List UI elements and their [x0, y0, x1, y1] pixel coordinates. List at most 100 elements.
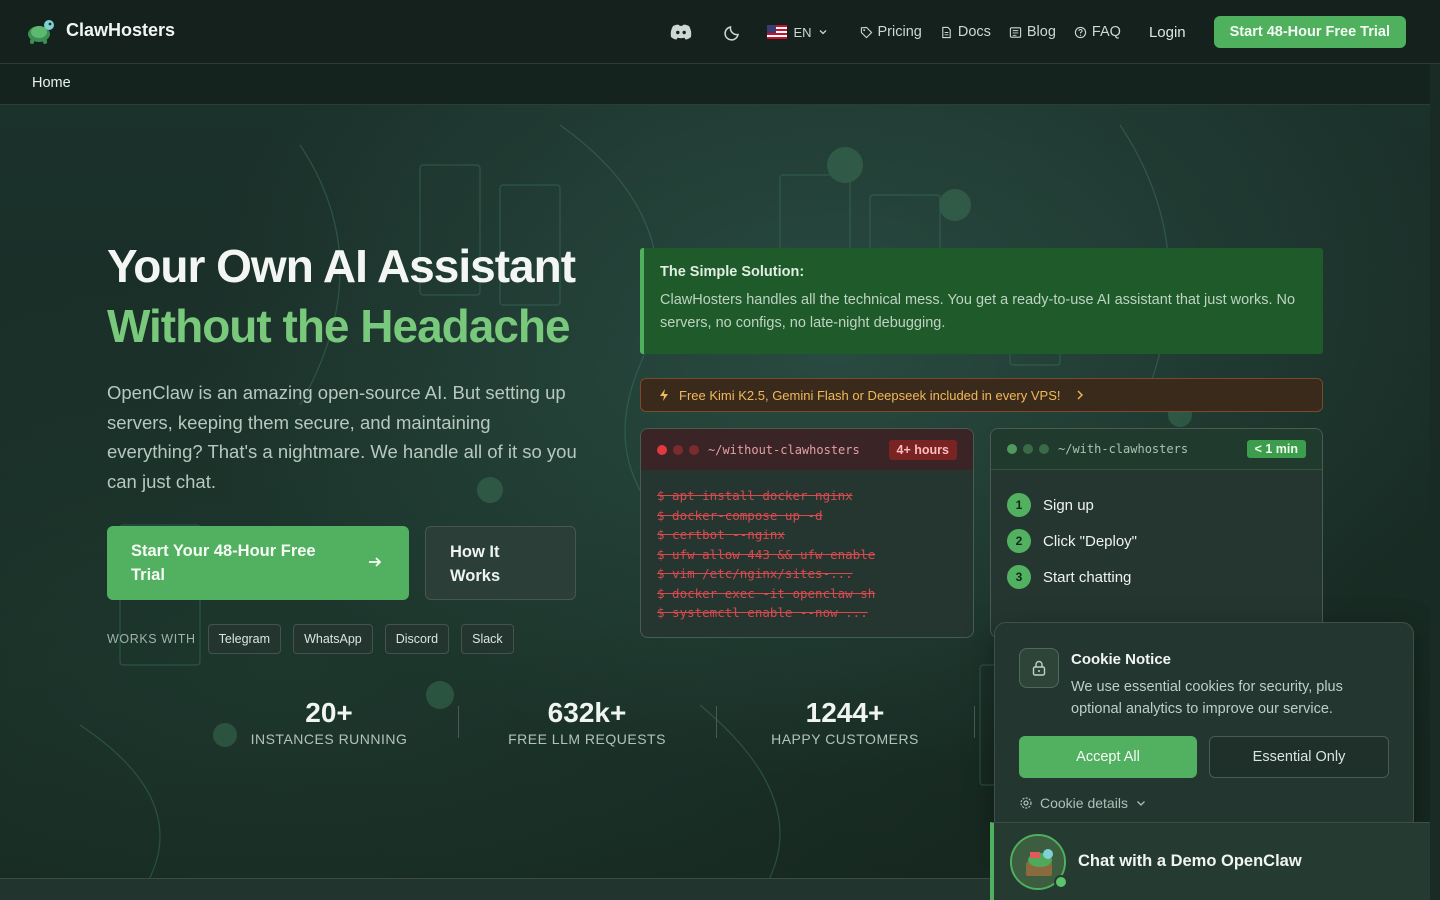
language-selector[interactable]: EN	[767, 25, 827, 40]
stat-label: FREE LLM REQUESTS	[508, 731, 666, 747]
window-dot	[1039, 444, 1049, 454]
document-icon	[942, 26, 951, 38]
us-flag-icon	[767, 25, 788, 39]
stat-label: HAPPY CUSTOMERS	[771, 731, 919, 747]
lock-icon	[1019, 648, 1059, 688]
cookie-details-label: Cookie details	[1040, 795, 1128, 811]
terminal-with-clawhosters: ~/with-clawhosters < 1 min 1 Sign up 2 C…	[990, 428, 1323, 638]
command-line: $ certbot --nginx	[657, 527, 785, 542]
stat-customers: 1244+ HAPPY CUSTOMERS	[716, 696, 974, 747]
cookie-details-toggle[interactable]: Cookie details	[1019, 795, 1147, 811]
solution-callout: The Simple Solution: ClawHosters handles…	[640, 248, 1323, 354]
breadcrumb: Home	[0, 64, 1430, 105]
turtle-logo-icon	[28, 20, 54, 44]
step-item: 1 Sign up	[1007, 487, 1306, 523]
promo-text: Free Kimi K2.5, Gemini Flash or Deepseek…	[679, 387, 1061, 403]
command-list: $ apt install docker nginx $ docker-comp…	[641, 470, 973, 637]
step-item: 3 Start chatting	[1007, 559, 1306, 595]
brand-home-link[interactable]: ClawHosters	[24, 14, 175, 46]
terminal-without-clawhosters: ~/without-clawhosters 4+ hours $ apt ins…	[640, 428, 974, 638]
terminal-path: ~/with-clawhosters	[1058, 442, 1189, 456]
demo-chat-launcher[interactable]: Chat with a Demo OpenClaw	[990, 822, 1430, 900]
cookie-text: We use essential cookies for security, p…	[1071, 679, 1343, 717]
next-section-edge	[0, 878, 990, 900]
platform-chip-slack: Slack	[461, 624, 514, 654]
brand-name: ClawHosters	[66, 19, 176, 40]
cookie-title: Cookie Notice	[1071, 651, 1172, 668]
arrow-right-icon	[369, 557, 382, 567]
window-dot	[1007, 444, 1017, 454]
chevron-down-icon	[1136, 801, 1145, 806]
gear-icon	[1020, 797, 1032, 809]
lightning-icon	[660, 389, 668, 401]
step-label: Sign up	[1043, 496, 1094, 514]
command-line: $ apt install docker nginx	[657, 488, 853, 503]
page-scrollbar[interactable]	[1430, 64, 1440, 900]
hero-description: OpenClaw is an amazing open-source AI. B…	[107, 382, 577, 492]
hero-title: Your Own AI Assistant Without the Headac…	[107, 236, 576, 356]
demo-chat-label: Chat with a Demo OpenClaw	[1078, 852, 1302, 870]
breadcrumb-home[interactable]: Home	[32, 75, 71, 91]
hero-title-line1: Your Own AI Assistant	[107, 240, 576, 292]
nav-link-pricing[interactable]: Pricing	[860, 24, 922, 40]
command-line: $ ufw allow 443 && ufw enable	[657, 546, 876, 562]
help-circle-icon	[1074, 26, 1087, 38]
step-item: 2 Click "Deploy"	[1007, 523, 1306, 559]
step-number: 1	[1007, 493, 1031, 517]
nav-link-faq[interactable]: FAQ	[1074, 24, 1121, 40]
step-label: Start chatting	[1043, 568, 1132, 586]
how-it-works-label: How It Works	[450, 543, 501, 585]
window-dot	[1023, 444, 1033, 454]
promo-banner[interactable]: Free Kimi K2.5, Gemini Flash or Deepseek…	[640, 378, 1323, 412]
stats-row: 20+ INSTANCES RUNNING 632k+ FREE LLM REQ…	[200, 696, 1004, 747]
essential-only-button[interactable]: Essential Only	[1209, 736, 1389, 778]
window-dot	[657, 444, 667, 455]
command-line: $ systemctl enable --now ...	[657, 605, 868, 620]
time-badge: < 1 min	[1246, 440, 1306, 458]
time-badge: 4+ hours	[888, 439, 957, 460]
online-status-dot	[1054, 875, 1068, 889]
solution-text: ClawHosters handles all the technical me…	[660, 292, 1296, 331]
chevron-right-icon	[1077, 390, 1083, 400]
command-line: $ vim /etc/nginx/sites-...	[657, 566, 853, 581]
tag-icon	[860, 26, 872, 38]
top-navigation: ClawHosters EN Pricing Docs Blog FAQ Log…	[0, 0, 1440, 64]
works-with-row: WORKS WITH Telegram WhatsApp Discord Sla…	[107, 624, 514, 654]
newspaper-icon	[1009, 26, 1022, 38]
cookie-notice: Cookie Notice We use essential cookies f…	[994, 622, 1414, 832]
nav-link-blog[interactable]: Blog	[1009, 24, 1056, 40]
hero-title-line2: Without the Headache	[107, 300, 571, 352]
platform-chip-whatsapp: WhatsApp	[293, 624, 373, 654]
stat-value: 1244+	[805, 697, 885, 728]
step-number: 2	[1007, 529, 1031, 553]
nav-link-docs[interactable]: Docs	[940, 24, 991, 40]
moon-icon[interactable]	[717, 16, 749, 48]
terminal-header: ~/with-clawhosters < 1 min	[991, 429, 1322, 470]
steps-list: 1 Sign up 2 Click "Deploy" 3 Start chatt…	[991, 470, 1322, 612]
platform-chip-telegram: Telegram	[207, 624, 282, 654]
window-dot	[673, 444, 683, 455]
stat-value: 632k+	[547, 697, 627, 728]
command-line: $ docker exec -it openclaw sh	[657, 585, 876, 601]
command-line: $ docker-compose up -d	[657, 507, 823, 523]
stat-llm-requests: 632k+ FREE LLM REQUESTS	[458, 696, 716, 747]
platform-chip-discord: Discord	[384, 624, 450, 654]
works-with-label: WORKS WITH	[107, 632, 196, 646]
how-it-works-button[interactable]: How It Works	[425, 526, 576, 600]
nav-right: EN Pricing Docs Blog FAQ Login Start 48-…	[665, 16, 1406, 48]
window-dot	[689, 444, 699, 455]
terminal-path: ~/without-clawhosters	[708, 442, 860, 457]
accept-all-button[interactable]: Accept All	[1019, 736, 1197, 778]
start-free-trial-button[interactable]: Start Your 48-Hour Free Trial	[107, 526, 409, 600]
step-label: Click "Deploy"	[1043, 532, 1138, 550]
login-link[interactable]: Login	[1149, 24, 1186, 41]
start-free-trial-label: Start Your 48-Hour Free Trial	[131, 542, 316, 584]
discord-icon[interactable]	[665, 16, 697, 48]
language-label: EN	[793, 24, 812, 40]
solution-title: The Simple Solution:	[660, 264, 805, 280]
stat-label: INSTANCES RUNNING	[250, 731, 408, 747]
stat-instances: 20+ INSTANCES RUNNING	[200, 696, 458, 747]
terminal-header: ~/without-clawhosters 4+ hours	[641, 429, 973, 470]
stat-value: 20+	[305, 697, 353, 728]
start-trial-button[interactable]: Start 48-Hour Free Trial	[1213, 16, 1406, 48]
